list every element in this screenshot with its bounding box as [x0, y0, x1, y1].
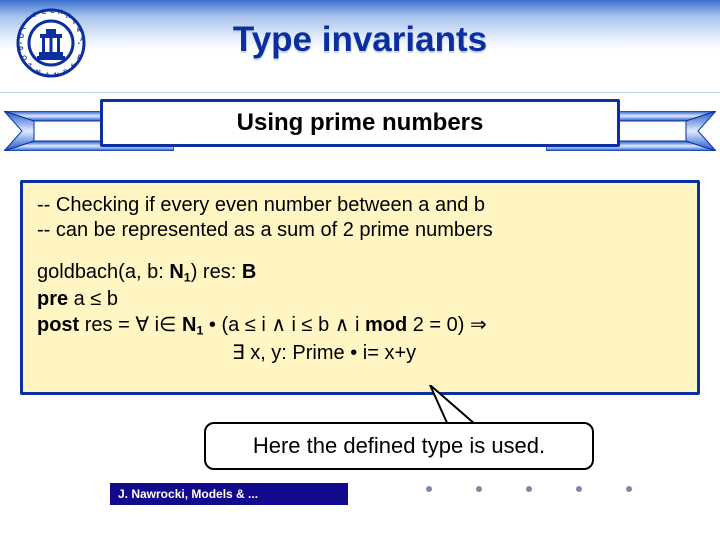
svg-text:E: E: [42, 9, 47, 16]
svg-text:N: N: [54, 72, 59, 79]
dot-icon: [576, 486, 582, 492]
title-wrap: Type invariants: [0, 20, 720, 60]
dot-icon: [426, 486, 432, 492]
svg-text:S: S: [63, 69, 68, 76]
post-line-1: post res = ∀ i∈ N1 • (a ≤ i ∧ i ≤ b ∧ i …: [37, 312, 683, 339]
dot-icon: [626, 486, 632, 492]
comment-line-1: -- Checking if every even number between…: [37, 193, 683, 218]
svg-text:A: A: [45, 72, 50, 79]
comment-line-2: -- can be represented as a sum of 2 prim…: [37, 218, 683, 243]
post-line-2: ∃ x, y: Prime • i= x+y: [37, 340, 683, 366]
code-panel: -- Checking if every even number between…: [20, 180, 700, 395]
svg-text:T: T: [33, 12, 37, 19]
pre-line: pre a ≤ b: [37, 286, 683, 312]
callout-box: Here the defined type is used.: [204, 422, 594, 470]
svg-text:H: H: [58, 9, 63, 16]
svg-text:N: N: [66, 13, 71, 20]
callout-text: Here the defined type is used.: [253, 433, 545, 459]
svg-text:N: N: [36, 69, 41, 76]
dot-icon: [526, 486, 532, 492]
svg-text:K: K: [71, 63, 76, 70]
header: •• TECH NIKA ILO POZ NAN SKA Type invari…: [0, 0, 720, 93]
dot-icon: [476, 486, 482, 492]
subtitle-box: Using prime numbers: [100, 99, 620, 147]
code-block: goldbach(a, b: N1) res: B pre a ≤ b post…: [37, 259, 683, 366]
footer-text: J. Nawrocki, Models & ...: [118, 487, 258, 501]
footer-bar: J. Nawrocki, Models & ...: [110, 483, 348, 505]
subtitle: Using prime numbers: [237, 109, 484, 137]
svg-text:C: C: [50, 8, 55, 15]
signature-line: goldbach(a, b: N1) res: B: [37, 259, 683, 286]
footer-dots: [426, 486, 632, 492]
page-title: Type invariants: [233, 20, 487, 60]
svg-text:Z: Z: [28, 63, 32, 70]
subtitle-area: Using prime numbers: [0, 93, 720, 169]
